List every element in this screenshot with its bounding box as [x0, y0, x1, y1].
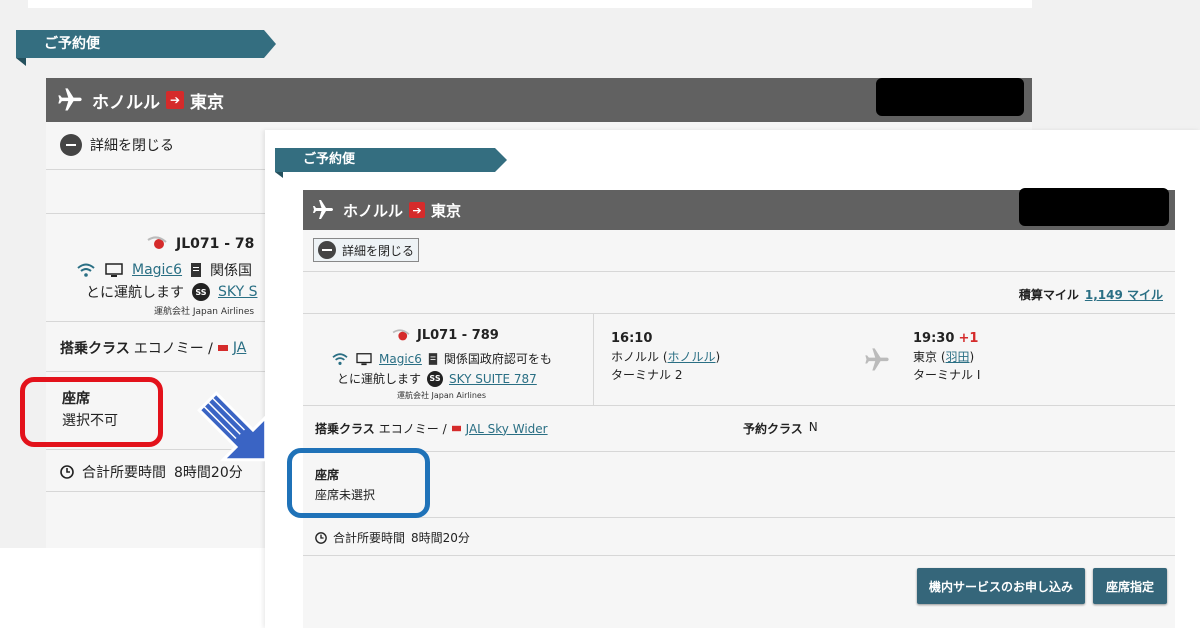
ss-seat-icon: SS — [192, 283, 210, 301]
cabin-row: 搭乗クラス エコノミー / JAL Sky Wider 予約クラス N — [303, 406, 1175, 452]
details-toggle-label: 詳細を閉じる — [342, 243, 415, 258]
cabin-product-link[interactable]: JA — [233, 340, 246, 356]
arrival-airport-link[interactable]: 羽田 — [946, 350, 970, 364]
ribbon-fold-after — [275, 172, 283, 178]
section-label: ご予約便 — [44, 36, 100, 52]
section-label: ご予約便 — [303, 152, 356, 167]
inflight-service-button[interactable]: 機内サービスのお申し込み — [917, 568, 1085, 604]
cabin-label: 搭乗クラス — [315, 422, 375, 436]
booking-class-label: 予約クラス — [743, 422, 803, 436]
jal-small-icon — [451, 425, 461, 432]
redacted-block — [1019, 188, 1169, 226]
route-destination: 東京 — [431, 201, 462, 220]
entertainment-link[interactable]: Magic6 — [379, 352, 422, 366]
total-time-row: 合計所要時間 8時間20分 — [303, 518, 1175, 556]
ss-seat-icon: SS — [427, 370, 444, 387]
airplane-icon-grey — [865, 348, 889, 371]
route-arrow-icon: ➔ — [409, 202, 426, 218]
details-toggle-row: 詳細を閉じる — [303, 230, 1175, 272]
arrival-day-offset: +1 — [958, 331, 979, 346]
departure-city: ホノルル — [611, 350, 660, 364]
jal-small-icon — [217, 345, 228, 351]
arrival-block: 19:30 +1 東京 (羽田) ターミナル I — [913, 331, 981, 382]
tv-icon — [356, 352, 372, 365]
jal-logo-icon — [147, 236, 167, 249]
seat-select-button[interactable]: 座席指定 — [1093, 568, 1167, 604]
note-line1: 関係国政府認可をも — [443, 352, 552, 366]
note-line2: とに運航します — [86, 285, 184, 301]
wifi-icon — [77, 263, 95, 277]
mileage-value-link[interactable]: 1,149 マイル — [1085, 286, 1163, 303]
arrow-overlay — [197, 391, 268, 462]
document-icon — [191, 263, 202, 277]
booking-card-after: ホノルル ➔ 東京 詳細を閉じる 積算マイル 1,149 マイル JL071 -… — [303, 188, 1175, 628]
wifi-icon — [332, 352, 348, 365]
departure-terminal: ターミナル 2 — [611, 368, 683, 382]
note-line1: 関係国 — [210, 263, 253, 279]
note-line2: とに運航します — [337, 372, 422, 386]
highlight-box-red — [20, 377, 163, 447]
clock-icon — [315, 531, 327, 544]
departure-airport-link[interactable]: ホノルル — [668, 350, 716, 364]
flight-info-divider — [593, 314, 594, 406]
redacted-block — [876, 78, 1024, 116]
section-ribbon-before: ご予約便 — [16, 30, 276, 58]
mileage-label: 積算マイル — [1018, 288, 1079, 302]
route-destination: 東京 — [190, 92, 224, 113]
seat-row: 座席 座席未選択 — [303, 452, 1175, 518]
white-area-bottom-left — [0, 548, 265, 628]
cabin-product-link[interactable]: JAL Sky Wider — [466, 422, 548, 436]
operator-text: 運航会社 Japan Airlines — [154, 307, 255, 317]
booking-class-value: N — [808, 420, 818, 434]
route-origin: ホノルル — [343, 201, 404, 220]
cabin-label: 搭乗クラス — [60, 341, 130, 357]
jal-logo-icon — [392, 328, 410, 340]
airplane-icon — [313, 200, 333, 219]
background-top-strip — [28, 0, 1032, 8]
clock-icon — [60, 465, 74, 479]
departure-time: 16:10 — [611, 331, 653, 346]
cabin-value: エコノミー / — [378, 422, 447, 436]
arrival-terminal: ターミナル I — [913, 368, 981, 382]
details-toggle-button[interactable]: 詳細を閉じる — [60, 134, 174, 156]
minus-circle-icon — [318, 241, 336, 259]
aircraft-link[interactable]: SKY SUITE 787 — [449, 372, 537, 386]
operator-text: 運航会社 Japan Airlines — [397, 391, 486, 400]
arrival-city: 東京 — [913, 350, 938, 364]
after-screenshot: ご予約便 ホノルル ➔ 東京 詳細を閉じる 積算マイル 1,149 マイル JL… — [265, 130, 1200, 628]
departure-block: 16:10 ホノルル (ホノルル) ターミナル 2 — [611, 331, 721, 382]
total-time-label: 合計所要時間 — [82, 465, 166, 481]
total-time-label: 合計所要時間 — [333, 531, 406, 545]
details-toggle-button[interactable]: 詳細を閉じる — [313, 238, 420, 262]
arrival-time: 19:30 — [913, 331, 955, 346]
document-icon — [428, 352, 438, 365]
tv-icon — [105, 263, 123, 277]
details-toggle-label: 詳細を閉じる — [90, 138, 174, 154]
cabin-value: エコノミー / — [133, 341, 213, 357]
section-ribbon-after: ご予約便 — [275, 148, 507, 172]
highlight-box-blue — [287, 448, 430, 518]
route-arrow-icon: ➔ — [166, 91, 184, 109]
route-origin: ホノルル — [92, 92, 160, 113]
mileage-row: 積算マイル 1,149 マイル — [303, 272, 1175, 314]
flight-info-row: JL071 - 789 Magic6 関係国政府認可をも とに運航します SS … — [303, 314, 1175, 406]
total-time-value: 8時間20分 — [411, 531, 470, 545]
entertainment-link[interactable]: Magic6 — [132, 262, 182, 278]
aircraft-link[interactable]: SKY S — [218, 284, 257, 300]
airplane-icon — [58, 88, 82, 111]
flight-number: JL071 - 789 — [417, 328, 499, 343]
minus-circle-icon — [60, 134, 82, 156]
flight-number: JL071 - 78 — [176, 236, 255, 252]
